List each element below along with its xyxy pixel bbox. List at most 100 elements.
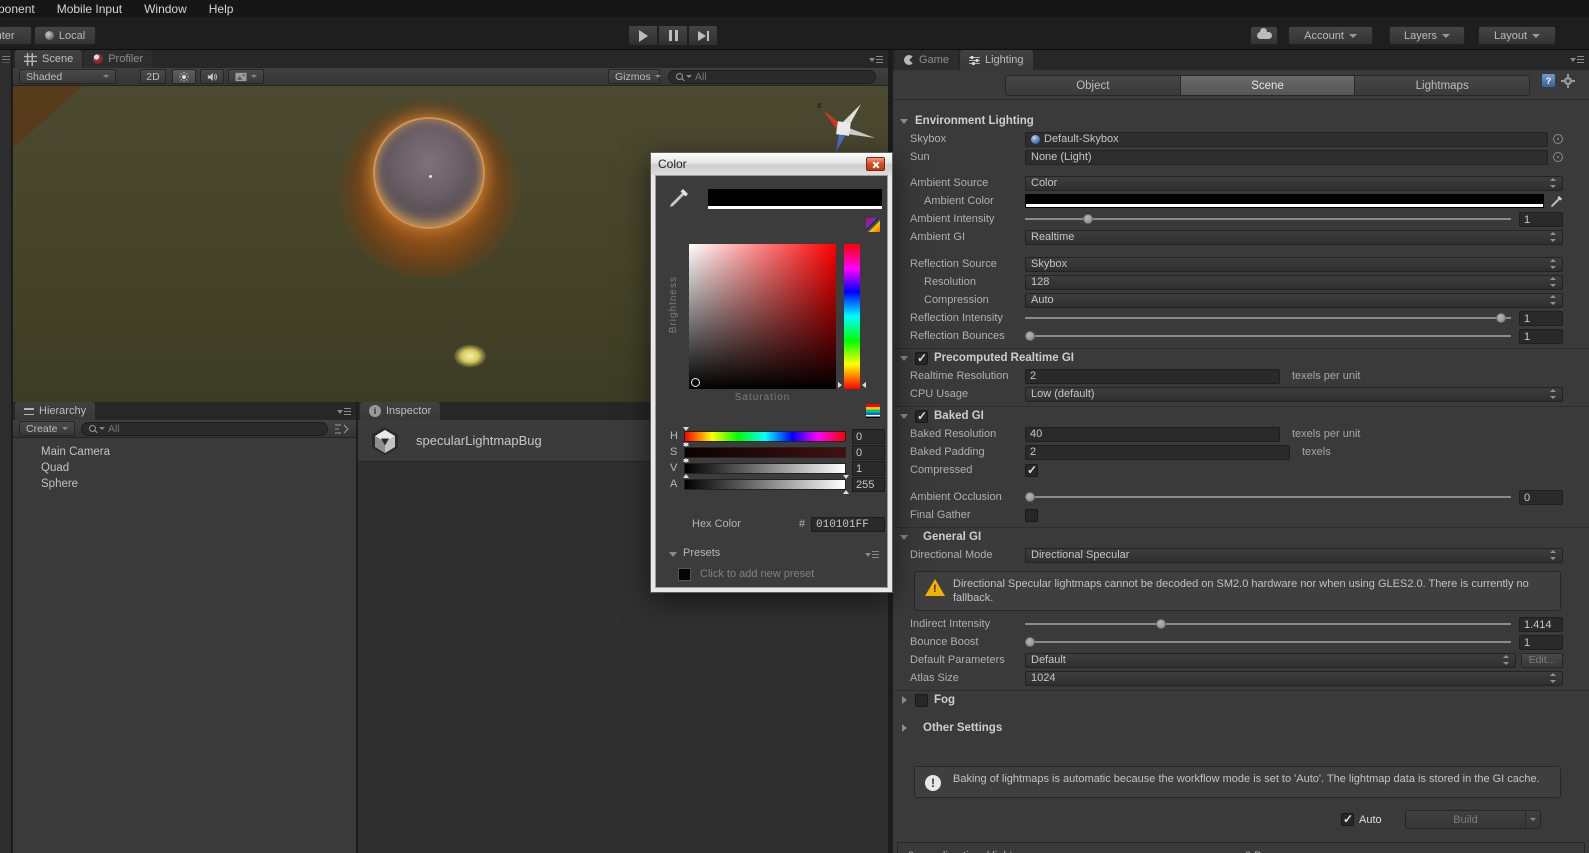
gear-icon[interactable]: [1561, 74, 1575, 88]
layers-dropdown[interactable]: Layers: [1389, 26, 1465, 45]
draw-mode-dropdown[interactable]: Shaded: [19, 69, 116, 84]
panel-menu-icon[interactable]: [869, 55, 883, 64]
swatches-icon[interactable]: [866, 404, 880, 418]
presets-foldout[interactable]: Presets: [656, 546, 887, 562]
baked-gi-checkbox[interactable]: [915, 409, 928, 423]
cpu-usage-dropdown[interactable]: Low (default): [1025, 386, 1563, 402]
slider-knob[interactable]: [1024, 637, 1035, 647]
color-cycle-icon[interactable]: [866, 218, 880, 232]
ambient-color-swatch[interactable]: [1025, 194, 1544, 208]
slider-marker-icon[interactable]: [683, 427, 689, 446]
scene-search-input[interactable]: [695, 70, 868, 83]
ambient-intensity-slider[interactable]: [1025, 212, 1511, 226]
hue-value-input[interactable]: [852, 429, 885, 444]
atlas-size-dropdown[interactable]: 1024: [1025, 670, 1563, 686]
pause-button[interactable]: [658, 25, 688, 46]
mode-lightmaps-button[interactable]: Lightmaps: [1355, 75, 1531, 96]
reflection-intensity-slider[interactable]: [1025, 311, 1511, 325]
bounce-boost-slider[interactable]: [1024, 635, 1511, 649]
section-other-settings[interactable]: Other Settings: [893, 718, 1589, 737]
slider-knob[interactable]: [1024, 331, 1035, 341]
cloud-services-button[interactable]: [1250, 26, 1278, 45]
indirect-intensity-value[interactable]: 1.414: [1519, 616, 1563, 632]
reflection-intensity-value[interactable]: 1: [1519, 310, 1563, 326]
help-book-icon[interactable]: ?: [1542, 74, 1555, 87]
add-preset-row[interactable]: Click to add new preset: [656, 567, 887, 583]
sphere-object[interactable]: [373, 117, 485, 229]
foldout-icon[interactable]: [899, 116, 909, 126]
section-general-gi[interactable]: General GI: [893, 527, 1589, 546]
tab-game[interactable]: Game: [895, 50, 958, 70]
ambient-occlusion-slider[interactable]: [1024, 490, 1511, 504]
auto-checkbox[interactable]: [1341, 812, 1354, 826]
ambient-intensity-value[interactable]: 1: [1519, 211, 1563, 227]
foldout-icon[interactable]: [899, 695, 909, 705]
directional-mode-dropdown[interactable]: Directional Specular: [1025, 547, 1563, 563]
bounce-boost-value[interactable]: 1: [1519, 634, 1563, 650]
fog-checkbox[interactable]: [915, 693, 928, 707]
default-parameters-dropdown[interactable]: Default: [1025, 652, 1516, 668]
play-button[interactable]: [628, 25, 658, 46]
auto-toggle[interactable]: Auto: [1341, 812, 1382, 826]
hierarchy-item-quad[interactable]: Quad: [13, 460, 356, 476]
2d-toggle[interactable]: 2D: [140, 69, 166, 84]
slider-knob[interactable]: [1083, 214, 1094, 224]
hue-bar[interactable]: [838, 244, 866, 389]
final-gather-checkbox[interactable]: [1025, 508, 1038, 522]
slider-knob[interactable]: [1024, 492, 1035, 502]
foldout-icon[interactable]: [899, 723, 909, 733]
color-picker-dialog[interactable]: Color Brightness Saturation H 0 S 0 V 1 …: [650, 152, 893, 593]
hierarchy-item-sphere[interactable]: Sphere: [13, 476, 356, 492]
mode-scene-button[interactable]: Scene: [1180, 75, 1356, 96]
scene-lighting-toggle[interactable]: [172, 69, 196, 84]
build-button[interactable]: Build: [1405, 810, 1541, 829]
tab-lighting[interactable]: Lighting: [959, 50, 1033, 70]
sun-object-field[interactable]: None (Light): [1025, 149, 1548, 165]
indirect-intensity-slider[interactable]: [1025, 617, 1511, 631]
slider-knob[interactable]: [1156, 619, 1167, 629]
realtime-resolution-input[interactable]: [1025, 368, 1280, 384]
menu-item-help[interactable]: Help: [198, 2, 245, 16]
foldout-icon[interactable]: [899, 411, 909, 421]
scene-audio-toggle[interactable]: [200, 69, 224, 84]
alpha-slider[interactable]: [684, 475, 849, 494]
account-dropdown[interactable]: Account: [1288, 26, 1373, 45]
edit-parameters-button[interactable]: Edit...: [1521, 652, 1563, 668]
tab-scene[interactable]: Scene: [15, 50, 83, 68]
hierarchy-search-field[interactable]: [81, 421, 328, 436]
object-picker-icon[interactable]: [1553, 152, 1563, 162]
skybox-object-field[interactable]: Default-Skybox: [1025, 131, 1548, 147]
saturation-slider[interactable]: [683, 443, 846, 462]
section-environment-lighting[interactable]: Environment Lighting: [893, 111, 1589, 130]
build-dropdown-section[interactable]: [1525, 811, 1540, 828]
baked-resolution-input[interactable]: [1025, 426, 1280, 442]
value-slider[interactable]: [683, 459, 846, 478]
create-dropdown[interactable]: Create: [19, 421, 75, 436]
section-precomputed-realtime-gi[interactable]: Precomputed Realtime GI: [893, 348, 1589, 367]
menu-item-mobile-input[interactable]: Mobile Input: [46, 2, 133, 16]
hierarchy-search-input[interactable]: [108, 422, 320, 435]
pivot-button[interactable]: enter: [0, 26, 32, 45]
step-button[interactable]: [688, 25, 718, 46]
compressed-checkbox[interactable]: [1025, 463, 1038, 477]
saturation-value-input[interactable]: [852, 445, 885, 460]
hex-color-input[interactable]: [811, 517, 885, 532]
scene-filter-icon[interactable]: [334, 423, 350, 435]
slider-marker-icon[interactable]: [683, 459, 689, 478]
dialog-titlebar[interactable]: Color: [651, 153, 892, 175]
gizmos-dropdown[interactable]: Gizmos: [608, 69, 661, 84]
preset-swatch[interactable]: [678, 568, 691, 581]
reflection-bounces-slider[interactable]: [1024, 329, 1511, 343]
scene-search-field[interactable]: [668, 69, 876, 84]
layout-dropdown[interactable]: Layout: [1478, 26, 1556, 45]
axis-gizmo-icon[interactable]: x: [803, 96, 881, 158]
section-baked-gi[interactable]: Baked GI: [893, 406, 1589, 425]
local-global-button[interactable]: Local: [34, 26, 96, 45]
eyedropper-icon[interactable]: [1550, 195, 1563, 208]
object-picker-icon[interactable]: [1553, 134, 1563, 144]
ambient-gi-dropdown[interactable]: Realtime: [1025, 229, 1563, 245]
foldout-icon[interactable]: [899, 532, 909, 542]
tab-inspector[interactable]: i Inspector: [360, 402, 441, 420]
presets-menu-icon[interactable]: [865, 550, 879, 559]
foldout-icon[interactable]: [899, 353, 909, 363]
